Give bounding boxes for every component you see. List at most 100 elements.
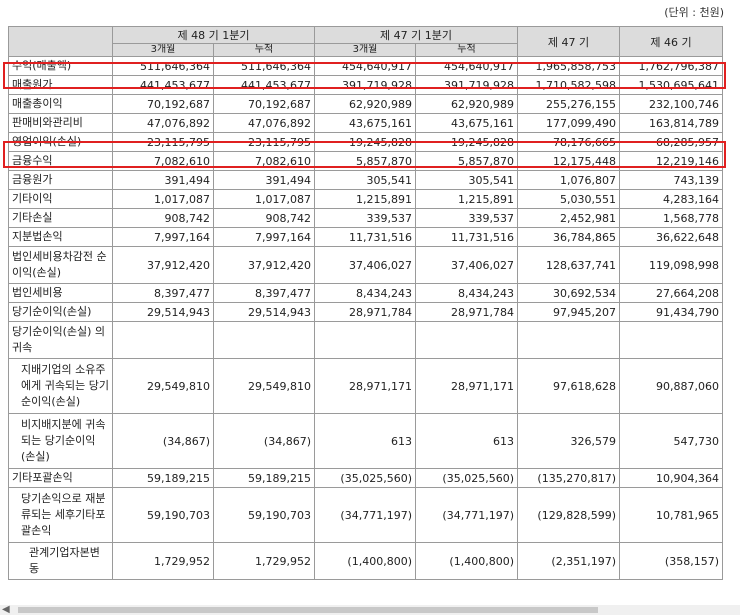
row-label: 기타이익 bbox=[8, 189, 113, 209]
value-cell: 441,453,677 bbox=[213, 75, 315, 95]
value-cell: (1,400,800) bbox=[415, 542, 518, 580]
value-cell bbox=[415, 321, 518, 359]
value-cell: 10,781,965 bbox=[619, 487, 723, 543]
value-cell: 613 bbox=[415, 413, 518, 469]
value-cell: (129,828,599) bbox=[517, 487, 620, 543]
row-label: 기타손실 bbox=[8, 208, 113, 228]
header-cumulative: 누적 bbox=[213, 43, 315, 57]
value-cell: 7,997,164 bbox=[213, 227, 315, 247]
row-label: 당기순이익(손실) 의 귀속 bbox=[8, 321, 113, 359]
row-label: 기타포괄손익 bbox=[8, 468, 113, 488]
table-row: 지분법손익 7,997,164 7,997,164 11,731,516 11,731,… bbox=[8, 227, 723, 247]
table-row: 영업이익(손실) 23,115,795 23,115,795 19,245,828 19… bbox=[8, 132, 723, 152]
value-cell: (34,771,197) bbox=[415, 487, 518, 543]
value-cell: 454,640,917 bbox=[314, 56, 416, 76]
value-cell: 511,646,364 bbox=[112, 56, 214, 76]
value-cell: 62,920,989 bbox=[314, 94, 416, 114]
row-label: 수익(매출액) bbox=[8, 56, 113, 76]
value-cell: 391,719,928 bbox=[415, 75, 518, 95]
value-cell: 339,537 bbox=[415, 208, 518, 228]
value-cell: (358,157) bbox=[619, 542, 723, 580]
header-three-month: 3개월 bbox=[314, 43, 416, 57]
header-p46: 제 46 기 bbox=[619, 26, 723, 57]
table-row: 매출총이익 70,192,687 70,192,687 62,920,989 62,92… bbox=[8, 94, 723, 114]
value-cell: (35,025,560) bbox=[314, 468, 416, 488]
value-cell: 128,637,741 bbox=[517, 246, 620, 284]
value-cell: 97,945,207 bbox=[517, 302, 620, 322]
value-cell: 37,406,027 bbox=[314, 246, 416, 284]
value-cell: 19,245,828 bbox=[314, 132, 416, 152]
value-cell: (2,351,197) bbox=[517, 542, 620, 580]
value-cell: 59,190,703 bbox=[213, 487, 315, 543]
horizontal-scrollbar[interactable]: ◀ bbox=[0, 604, 740, 615]
row-label: 매출원가 bbox=[8, 75, 113, 95]
value-cell: 5,857,870 bbox=[314, 151, 416, 171]
value-cell: 305,541 bbox=[314, 170, 416, 190]
value-cell: 36,622,648 bbox=[619, 227, 723, 247]
value-cell: 391,719,928 bbox=[314, 75, 416, 95]
value-cell: 37,912,420 bbox=[112, 246, 214, 284]
value-cell: 27,664,208 bbox=[619, 283, 723, 303]
value-cell: 59,189,215 bbox=[213, 468, 315, 488]
value-cell: (34,771,197) bbox=[314, 487, 416, 543]
value-cell: 36,784,865 bbox=[517, 227, 620, 247]
table-row: 금융수익 7,082,610 7,082,610 5,857,870 5,857,870… bbox=[8, 151, 723, 171]
value-cell: 70,192,687 bbox=[112, 94, 214, 114]
row-label: 금융수익 bbox=[8, 151, 113, 171]
scroll-left-icon[interactable]: ◀ bbox=[2, 604, 10, 615]
value-cell: 37,912,420 bbox=[213, 246, 315, 284]
value-cell bbox=[619, 321, 723, 359]
table-row: 법인세비용차감전 순이익(손실) 37,912,420 37,912,420 37,4… bbox=[8, 246, 723, 284]
value-cell: 29,549,810 bbox=[213, 358, 315, 414]
value-cell: 43,675,161 bbox=[415, 113, 518, 133]
value-cell: 78,176,665 bbox=[517, 132, 620, 152]
value-cell: 391,494 bbox=[213, 170, 315, 190]
value-cell: 177,099,490 bbox=[517, 113, 620, 133]
table-row: 법인세비용 8,397,477 8,397,477 8,434,243 8,434,24… bbox=[8, 283, 723, 303]
value-cell: 90,887,060 bbox=[619, 358, 723, 414]
row-label: 지분법손익 bbox=[8, 227, 113, 247]
value-cell: 37,406,027 bbox=[415, 246, 518, 284]
value-cell: 119,098,998 bbox=[619, 246, 723, 284]
row-label: 당기순이익(손실) bbox=[8, 302, 113, 322]
value-cell: (34,867) bbox=[213, 413, 315, 469]
value-cell: 59,190,703 bbox=[112, 487, 214, 543]
row-label: 매출총이익 bbox=[8, 94, 113, 114]
value-cell bbox=[112, 321, 214, 359]
value-cell: 5,857,870 bbox=[415, 151, 518, 171]
row-label: 지배기업의 소유주에게 귀속되는 당기순이익(손실) bbox=[8, 358, 113, 414]
value-cell: 11,731,516 bbox=[314, 227, 416, 247]
value-cell: 28,971,784 bbox=[314, 302, 416, 322]
row-label: 법인세비용차감전 순이익(손실) bbox=[8, 246, 113, 284]
value-cell: 1,710,582,598 bbox=[517, 75, 620, 95]
scroll-thumb[interactable] bbox=[18, 607, 598, 613]
row-label: 금융원가 bbox=[8, 170, 113, 190]
value-cell: 1,729,952 bbox=[112, 542, 214, 580]
value-cell: 8,434,243 bbox=[314, 283, 416, 303]
value-cell: 1,965,858,753 bbox=[517, 56, 620, 76]
value-cell: 232,100,746 bbox=[619, 94, 723, 114]
value-cell: 47,076,892 bbox=[213, 113, 315, 133]
table-row: 금융원가 391,494 391,494 305,541 305,541 1,076,80… bbox=[8, 170, 723, 190]
value-cell: 454,640,917 bbox=[415, 56, 518, 76]
value-cell: 4,283,164 bbox=[619, 189, 723, 209]
header-p47: 제 47 기 bbox=[517, 26, 620, 57]
header-p48-q1: 제 48 기 1분기 bbox=[112, 26, 315, 44]
table-row: 당기순이익(손실) 의 귀속 bbox=[8, 321, 723, 359]
value-cell bbox=[213, 321, 315, 359]
value-cell: (1,400,800) bbox=[314, 542, 416, 580]
table-row: 판매비와관리비 47,076,892 47,076,892 43,675,161 43,… bbox=[8, 113, 723, 133]
value-cell: 19,245,828 bbox=[415, 132, 518, 152]
income-statement-table: 제 48 기 1분기 제 47 기 1분기 제 47 기 제 46 기 3개월 … bbox=[8, 26, 723, 580]
table-row: 당기순이익(손실) 29,514,943 29,514,943 28,971,784 2… bbox=[8, 302, 723, 322]
value-cell: 1,215,891 bbox=[415, 189, 518, 209]
value-cell: 547,730 bbox=[619, 413, 723, 469]
header-blank bbox=[8, 26, 113, 57]
value-cell: 1,215,891 bbox=[314, 189, 416, 209]
value-cell: 43,675,161 bbox=[314, 113, 416, 133]
value-cell: 11,731,516 bbox=[415, 227, 518, 247]
value-cell: 23,115,795 bbox=[213, 132, 315, 152]
value-cell: 8,397,477 bbox=[112, 283, 214, 303]
table-row: 기타포괄손익 59,189,215 59,189,215 (35,025,560) (3… bbox=[8, 468, 723, 488]
value-cell: 511,646,364 bbox=[213, 56, 315, 76]
